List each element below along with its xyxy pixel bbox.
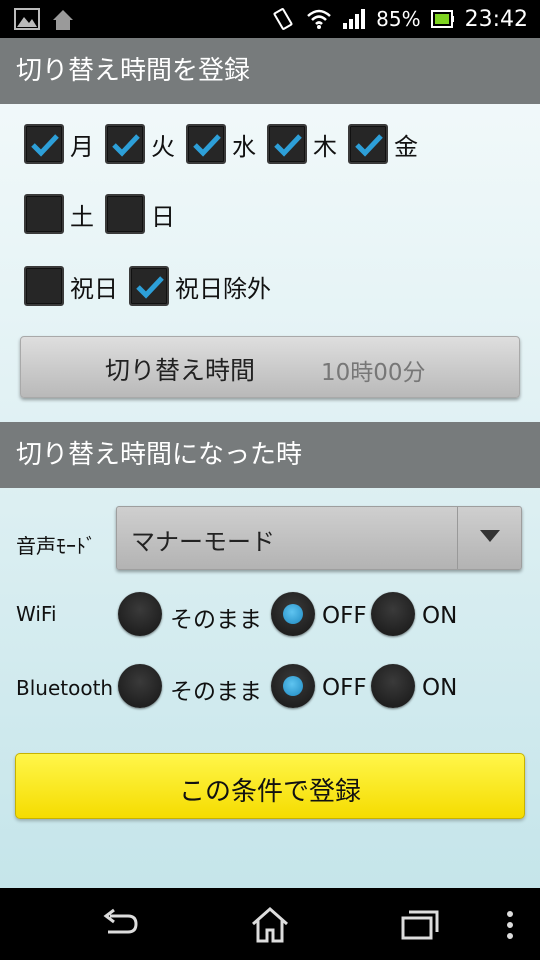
checkbox[interactable] — [186, 124, 226, 164]
section-header-on-switch: 切り替え時間になった時 — [0, 422, 540, 488]
wifi-option-off-label: OFF — [322, 603, 367, 629]
day-checkbox-sat[interactable]: 土 — [24, 192, 94, 236]
holiday-excluded-label: 祝日除外 — [175, 274, 271, 303]
checkmark-icon — [274, 134, 302, 157]
switch-time-button[interactable]: 切り替え時間 10時00分 — [20, 336, 520, 398]
battery-icon — [430, 10, 454, 28]
checkbox[interactable] — [24, 124, 64, 164]
checkbox[interactable] — [24, 194, 64, 234]
day-label: 日 — [151, 202, 175, 231]
checkmark-icon — [355, 134, 383, 157]
checkbox[interactable] — [24, 266, 64, 306]
gallery-icon — [14, 8, 40, 30]
battery-percent: 85% — [376, 7, 421, 31]
dropdown-divider — [457, 507, 458, 569]
bluetooth-option-on-label: ON — [422, 675, 458, 701]
signal-icon — [343, 9, 366, 29]
bluetooth-label: Bluetooth — [16, 676, 114, 700]
holiday-excluded-checkbox[interactable]: 祝日除外 — [129, 264, 271, 308]
day-checkbox-tue[interactable]: 火 — [105, 122, 175, 166]
wifi-radio-keep[interactable] — [118, 592, 162, 636]
bluetooth-radio-on[interactable] — [371, 664, 415, 708]
bluetooth-radio-off[interactable] — [271, 664, 315, 708]
holiday-checkbox[interactable]: 祝日 — [24, 264, 118, 308]
app-notification-icon — [53, 10, 73, 30]
checkbox[interactable] — [105, 124, 145, 164]
register-button-label: この条件で登録 — [178, 777, 361, 807]
wifi-option-on-label: ON — [422, 603, 458, 629]
day-label: 金 — [394, 132, 418, 161]
checkmark-icon — [112, 134, 140, 157]
day-label: 火 — [151, 132, 175, 161]
back-icon[interactable] — [100, 906, 140, 942]
wifi-label: WiFi — [16, 602, 57, 626]
checkmark-icon — [136, 276, 164, 299]
holiday-label: 祝日 — [70, 274, 118, 303]
home-icon[interactable] — [250, 906, 290, 944]
checkmark-icon — [193, 134, 221, 157]
bluetooth-radio-keep[interactable] — [118, 664, 162, 708]
checkbox[interactable] — [105, 194, 145, 234]
sound-mode-label: 音声ﾓｰﾄﾞ — [16, 534, 96, 558]
navigation-bar — [0, 888, 540, 960]
day-checkbox-thu[interactable]: 木 — [267, 122, 337, 166]
day-label: 木 — [313, 132, 337, 161]
switch-time-label: 切り替え時間 — [105, 356, 256, 385]
wifi-radio-on[interactable] — [371, 592, 415, 636]
wifi-icon — [307, 9, 331, 29]
checkmark-icon — [31, 134, 59, 157]
day-checkbox-mon[interactable]: 月 — [24, 122, 94, 166]
checkbox[interactable] — [267, 124, 307, 164]
vibrate-icon — [273, 8, 293, 30]
section-header-register: 切り替え時間を登録 — [0, 38, 540, 104]
wifi-radio-off[interactable] — [271, 592, 315, 636]
recent-apps-icon[interactable] — [400, 906, 440, 942]
day-checkbox-fri[interactable]: 金 — [348, 122, 418, 166]
day-checkbox-wed[interactable]: 水 — [186, 122, 256, 166]
clock: 23:42 — [464, 6, 528, 32]
day-label: 月 — [70, 132, 94, 161]
checkbox[interactable] — [348, 124, 388, 164]
register-button[interactable]: この条件で登録 — [15, 753, 525, 819]
day-label: 水 — [232, 132, 256, 161]
checkbox[interactable] — [129, 266, 169, 306]
switch-time-value: 10時00分 — [321, 360, 426, 386]
menu-overflow-icon[interactable] — [504, 910, 516, 940]
sound-mode-value: マナーモード — [131, 528, 275, 556]
dropdown-arrow-icon — [480, 530, 500, 542]
bluetooth-option-keep-label: そのまま — [170, 679, 262, 705]
day-label: 土 — [70, 202, 94, 231]
day-checkbox-sun[interactable]: 日 — [105, 192, 175, 236]
content-area: 切り替え時間を登録 月 火 水 木 金 土 日 祝日 祝日除外 切り替え時間 1… — [0, 38, 540, 888]
status-bar: 85% 23:42 — [0, 0, 540, 38]
bluetooth-option-off-label: OFF — [322, 675, 367, 701]
sound-mode-dropdown[interactable]: マナーモード — [116, 506, 522, 570]
wifi-option-keep-label: そのまま — [170, 607, 262, 633]
